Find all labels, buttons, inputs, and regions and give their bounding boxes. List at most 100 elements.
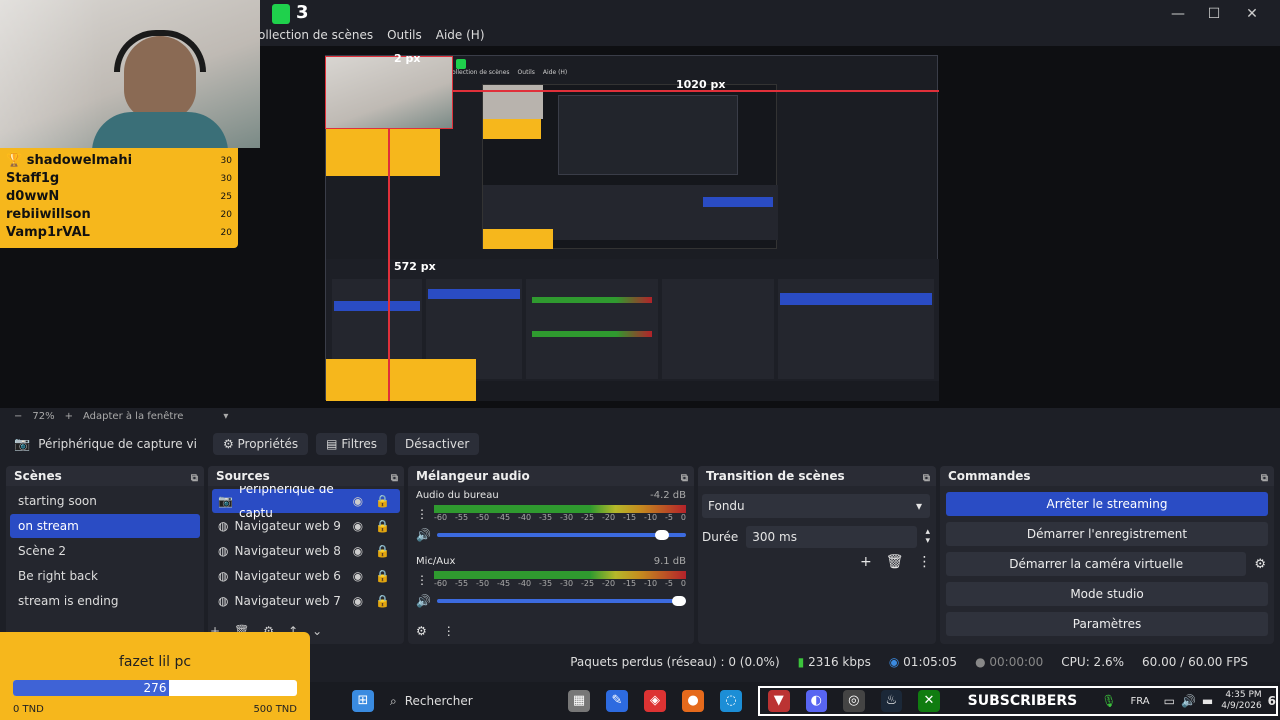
steam-icon[interactable]: ♨	[880, 690, 903, 712]
kebab-icon[interactable]: ⋮	[416, 573, 428, 587]
leaderboard-row: Vamp1rVAL 20	[6, 225, 232, 240]
dropped-frames: Paquets perdus (réseau) : 0 (0.0%)	[570, 655, 780, 669]
scene-item[interactable]: Scène 2	[10, 539, 200, 563]
spin-arrows-icon[interactable]: ▴ ▾	[925, 528, 930, 546]
menu-help[interactable]: Aide (H)	[436, 28, 485, 46]
volume-slider[interactable]	[436, 596, 686, 606]
scene-item[interactable]: stream is ending	[10, 589, 200, 613]
studio-mode-button[interactable]: Mode studio	[946, 582, 1268, 606]
transition-select[interactable]: Fondu ▾	[702, 494, 930, 518]
properties-button[interactable]: ⚙ Propriétés	[212, 433, 309, 455]
float-icon[interactable]: ⧉	[191, 469, 198, 489]
chevron-down-icon[interactable]: ⌄	[312, 624, 322, 638]
source-item[interactable]: 📷 Périphérique de captu ◉ 🔒	[212, 482, 400, 520]
eye-icon[interactable]: ◉	[353, 539, 363, 563]
source-item[interactable]: ◍ Navigateur web 8 ◉ 🔒	[212, 539, 400, 563]
app-icon[interactable]: ▼	[768, 690, 790, 712]
lock-icon[interactable]: 🔒	[375, 589, 390, 613]
taskbar-search[interactable]: ⌕ Rechercher	[390, 694, 560, 709]
mixer-channel: Audio du bureau -4.2 dB ⋮ -60 -55 -50 -45 -4…	[416, 490, 686, 542]
eye-icon[interactable]: ◉	[353, 514, 363, 538]
app-icon[interactable]: ✎	[606, 690, 628, 712]
stream-icon: ◉	[888, 655, 900, 669]
maximize-button[interactable]: ☐	[1204, 4, 1224, 24]
filters-button[interactable]: ▤ Filtres	[316, 433, 388, 455]
add-icon[interactable]: +	[860, 554, 872, 570]
minimize-button[interactable]: —	[1168, 4, 1188, 24]
eye-icon[interactable]: ◉	[353, 489, 363, 513]
taskbar-tray-overlay: ▼ ◐ ◎ ♨ ✕ SUBSCRIBERS 🎙 FRA ▭ 🔊 ▬ 4:35 P…	[758, 686, 1278, 716]
float-icon[interactable]: ⧉	[391, 469, 398, 489]
scene-item[interactable]: Be right back	[10, 564, 200, 588]
lock-icon[interactable]: 🔒	[375, 564, 390, 588]
gear-icon[interactable]: ⚙	[416, 624, 427, 638]
leaderboard-overlay: 🏆 shadowelmahi 30 Staff1g 30 d0wwN 25 rebii…	[0, 148, 238, 248]
float-icon[interactable]: ⧉	[1261, 469, 1268, 489]
bitrate: ▮ 2316 kbps	[797, 655, 871, 669]
source-item[interactable]: ◍ Navigateur web 7 ◉ 🔒	[212, 589, 400, 613]
gear-icon[interactable]: ⚙	[1254, 557, 1266, 572]
source-item[interactable]: ◍ Navigateur web 6 ◉ 🔒	[212, 564, 400, 588]
app-icon[interactable]: ●	[682, 690, 704, 712]
clock[interactable]: 4:35 PM 4/9/2026	[1221, 690, 1261, 712]
slider-knob[interactable]	[654, 530, 669, 540]
fit-window-button[interactable]: Adapter à la fenêtre	[83, 411, 183, 422]
copilot-icon[interactable]: ◈	[644, 690, 666, 712]
preview-canvas[interactable]: ollection de scènes Outils Aide (H) 2 px 1…	[325, 52, 939, 401]
slider-knob[interactable]	[672, 596, 686, 606]
file-explorer-icon[interactable]: ▦	[568, 690, 590, 712]
zoom-out-button[interactable]: −	[14, 411, 22, 422]
settings-button[interactable]: Paramètres	[946, 612, 1268, 636]
start-recording-button[interactable]: Démarrer l'enregistrement	[946, 522, 1268, 546]
menu-scene-collection[interactable]: ollection de scènes	[258, 28, 373, 46]
channel-db: 9.1 dB	[653, 556, 686, 567]
goal-min: 0 TND	[13, 704, 44, 715]
network-icon[interactable]: ▭	[1164, 694, 1175, 708]
eye-icon[interactable]: ◉	[353, 589, 363, 613]
chevron-down-icon[interactable]: ▾	[223, 411, 228, 422]
speaker-icon[interactable]: 🔊	[416, 594, 431, 608]
edge-icon[interactable]: ◌	[720, 690, 742, 712]
app-logo-text: 3	[296, 2, 309, 23]
selection-box[interactable]	[325, 56, 453, 129]
obs-icon[interactable]: ◎	[843, 690, 865, 712]
source-item[interactable]: ◍ Navigateur web 9 ◉ 🔒	[212, 514, 400, 538]
guide-vertical	[388, 128, 390, 401]
discord-icon[interactable]: ◐	[805, 690, 828, 712]
float-icon[interactable]: ⧉	[923, 469, 930, 489]
lock-icon[interactable]: 🔒	[375, 514, 390, 538]
close-button[interactable]: ✕	[1242, 4, 1262, 24]
xbox-icon[interactable]: ✕	[918, 690, 940, 712]
float-icon[interactable]: ⧉	[681, 469, 688, 489]
scene-item-selected[interactable]: on stream	[10, 514, 200, 538]
windows-start-icon[interactable]: ⊞	[352, 690, 374, 712]
volume-slider[interactable]	[436, 530, 686, 540]
menu-tools[interactable]: Outils	[387, 28, 422, 46]
stop-streaming-button[interactable]: Arrêter le streaming	[946, 492, 1268, 516]
kebab-icon[interactable]: ⋮	[918, 554, 932, 570]
goal-progress-bar: 276	[13, 680, 297, 696]
mixer-footer: ⚙ ⋮	[416, 624, 455, 638]
notification-badge[interactable]: 6	[1268, 694, 1276, 708]
lock-icon[interactable]: 🔒	[375, 489, 390, 513]
deactivate-button[interactable]: Désactiver	[395, 433, 480, 455]
scene-item[interactable]: starting soon	[10, 489, 200, 513]
kebab-icon[interactable]: ⋮	[443, 624, 455, 638]
language-indicator[interactable]: FRA	[1130, 696, 1149, 707]
lock-icon[interactable]: 🔒	[375, 539, 390, 563]
duration-input[interactable]: 300 ms	[746, 526, 918, 548]
audio-meter	[434, 505, 686, 513]
mic-icon[interactable]: 🎙	[1101, 694, 1116, 708]
start-virtual-camera-button[interactable]: Démarrer la caméra virtuelle	[946, 552, 1247, 576]
leaderboard-row: 🏆 shadowelmahi 30	[6, 153, 232, 168]
zoom-in-button[interactable]: +	[65, 411, 73, 422]
kebab-icon[interactable]: ⋮	[416, 507, 428, 521]
speaker-icon[interactable]: 🔊	[416, 528, 431, 542]
trash-icon[interactable]: 🗑	[886, 554, 904, 570]
eye-icon[interactable]: ◉	[353, 564, 363, 588]
transitions-dock: Transition de scènes ⧉ Fondu ▾ Durée 300 …	[698, 466, 936, 644]
channel-name: Audio du bureau	[416, 490, 499, 501]
mixer-channel: Mic/Aux 9.1 dB ⋮ -60 -55 -50 -45 -40 -35 -30 -2…	[416, 556, 686, 608]
battery-icon[interactable]: ▬	[1202, 694, 1213, 708]
volume-icon[interactable]: 🔊	[1181, 694, 1196, 708]
